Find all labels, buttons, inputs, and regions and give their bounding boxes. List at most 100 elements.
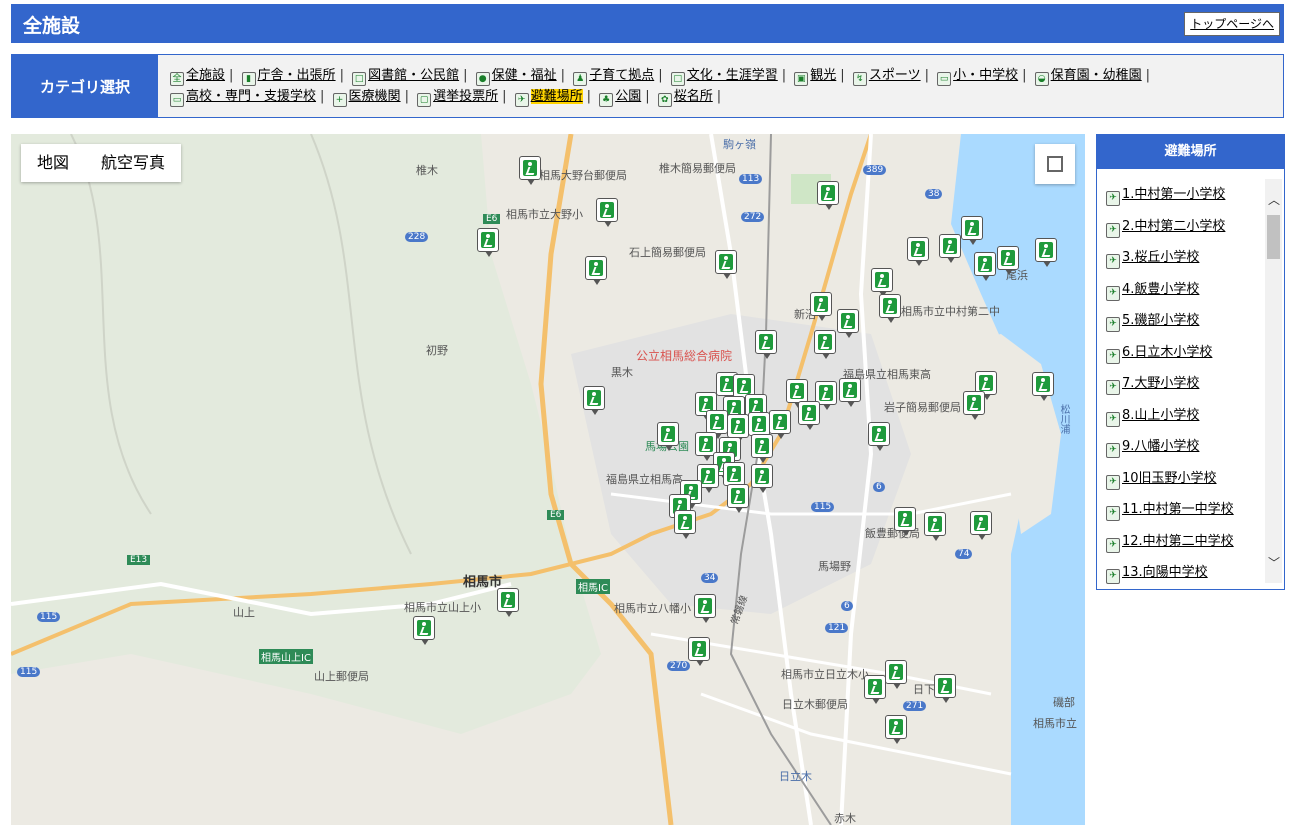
list-item[interactable]: ✈ 1.中村第一小学校 [1106,183,1258,215]
category-office[interactable]: ▮ 庁舎・出張所 [241,65,336,86]
map-type-satellite[interactable]: 航空写真 [85,144,181,182]
evacuation-marker[interactable] [657,422,679,451]
category-school[interactable]: ▭ 小・中学校 [937,65,1018,86]
map-view[interactable]: 椎木 相馬大野台郵便局 椎木簡易郵便局 駒ヶ嶺 相馬市立大野小 石上簡易郵便局 … [11,134,1085,825]
evacuation-marker[interactable] [413,616,435,645]
evacuation-marker[interactable] [837,309,859,338]
evacuation-marker[interactable] [786,379,808,408]
evacuation-marker[interactable] [715,250,737,279]
category-highschool[interactable]: ▭ 高校・専門・支援学校 [170,86,316,107]
evacuation-marker[interactable] [751,434,773,463]
evacuation-marker[interactable] [997,246,1019,275]
top-page-link[interactable]: トップページへ [1184,12,1280,36]
evacuation-marker[interactable] [810,292,832,321]
list-item[interactable]: ✈ 9.八幡小学校 [1106,435,1258,467]
evacuation-marker[interactable] [769,410,791,439]
evacuation-icon [737,378,751,394]
category-health[interactable]: ● 保健・福祉 [475,65,557,86]
evacuation-marker[interactable] [727,484,749,513]
evacuation-marker[interactable] [907,237,929,266]
evacuation-icon [943,238,957,254]
evacuation-icon [759,334,773,350]
evacuation-marker[interactable] [885,660,907,689]
evacuation-marker[interactable] [706,410,728,439]
evacuation-marker[interactable] [814,330,836,359]
list-scrollbar[interactable]: ︿ ﹀ [1265,179,1282,583]
evacuation-marker[interactable] [755,330,777,359]
category-park[interactable]: ♣ 公園 [599,86,641,107]
list-item[interactable]: ✈ 3.桜丘小学校 [1106,246,1258,278]
scroll-down-icon[interactable]: ﹀ [1268,554,1280,571]
evacuation-marker[interactable] [939,234,961,263]
map-label: 駒ヶ嶺 [723,138,756,151]
evacuation-marker[interactable] [839,378,861,407]
evacuation-marker[interactable] [879,294,901,323]
category-list: 全全施設 | ▮ 庁舎・出張所 | □ 図書館・公民館 | ● 保健・福祉 | ♟ 子育て拠点 |… [170,65,1277,107]
evacuation-marker[interactable] [961,216,983,245]
map-label: 黒木 [611,366,633,379]
map-type-roadmap[interactable]: 地図 [21,144,85,182]
evacuation-marker[interactable] [519,156,541,185]
evacuation-marker[interactable] [934,674,956,703]
evacuation-marker[interactable] [871,268,893,297]
category-nursery[interactable]: ◒ 保育園・幼稚園 [1034,65,1142,86]
evacuation-marker[interactable] [748,412,770,441]
evacuation-marker[interactable] [974,252,996,281]
evacuation-marker[interactable] [1032,372,1054,401]
evacuation-marker[interactable] [583,386,605,415]
category-ballot[interactable]: ▢ 選挙投票所 [417,86,498,107]
evacuation-marker[interactable] [497,588,519,617]
list-item[interactable]: ✈ 10旧玉野小学校 [1106,467,1258,499]
evacuation-icon [699,436,713,452]
list-item[interactable]: ✈ 7.大野小学校 [1106,372,1258,404]
evacuation-marker[interactable] [1035,238,1057,267]
evacuation-marker[interactable] [885,715,907,744]
evacuation-marker[interactable] [688,637,710,666]
evacuation-marker[interactable] [596,198,618,227]
category-culture[interactable]: □ 文化・生涯学習 [670,65,778,86]
category-sports[interactable]: ↯ スポーツ [852,65,921,86]
evacuation-marker[interactable] [924,512,946,541]
list-item[interactable]: ✈ 6.日立木小学校 [1106,341,1258,373]
evacuation-icon [731,418,745,434]
evacuation-marker[interactable] [817,181,839,210]
category-medical[interactable]: + 医療機関 [332,86,401,107]
evacuation-marker[interactable] [751,464,773,493]
evacuation-marker[interactable] [585,256,607,285]
list-item[interactable]: ✈ 5.磯部小学校 [1106,309,1258,341]
evacuation-marker[interactable] [723,462,745,491]
list-item[interactable]: ✈ 13.向陽中学校 [1106,561,1258,593]
map-label: 相馬大野台郵便局 [539,169,627,182]
evacuation-icon [841,313,855,329]
evacuation-marker[interactable] [894,507,916,536]
category-evacuation[interactable]: ✈ 避難場所 [514,86,583,107]
sakura-icon: ✿ [657,93,672,107]
evacuation-icon [898,511,912,527]
evacuation-marker[interactable] [864,675,886,704]
evacuation-marker[interactable] [868,422,890,451]
list-item[interactable]: ✈ 2.中村第二小学校 [1106,215,1258,247]
list-item[interactable]: ✈ 8.山上小学校 [1106,404,1258,436]
category-tourism[interactable]: ▣ 観光 [794,65,836,86]
evacuation-icon [1001,250,1015,266]
list-item[interactable]: ✈ 12.中村第二中学校 [1106,530,1258,562]
evacuation-marker[interactable] [727,414,749,443]
evacuation-icon [1039,242,1053,258]
evacuation-marker[interactable] [970,511,992,540]
route-shield: 115 [37,612,61,622]
category-childcare[interactable]: ♟ 子育て拠点 [573,65,654,86]
evacuation-marker[interactable] [477,228,499,257]
list-item[interactable]: ✈ 4.飯豊小学校 [1106,278,1258,310]
evacuation-marker[interactable] [694,594,716,623]
list-item[interactable]: ✈ 11.中村第一中学校 [1106,498,1258,530]
category-library[interactable]: □ 図書館・公民館 [352,65,459,86]
evacuation-marker[interactable] [798,401,820,430]
scrollbar-thumb[interactable] [1267,215,1280,259]
evacuation-marker[interactable] [963,391,985,420]
scroll-up-icon[interactable]: ︿ [1268,191,1280,208]
school-icon: ▭ [937,72,952,86]
evacuation-marker[interactable] [674,510,696,539]
category-all[interactable]: 全全施設 [170,65,225,86]
fullscreen-button[interactable] [1035,144,1075,184]
category-sakura[interactable]: ✿ 桜名所 [657,86,713,107]
